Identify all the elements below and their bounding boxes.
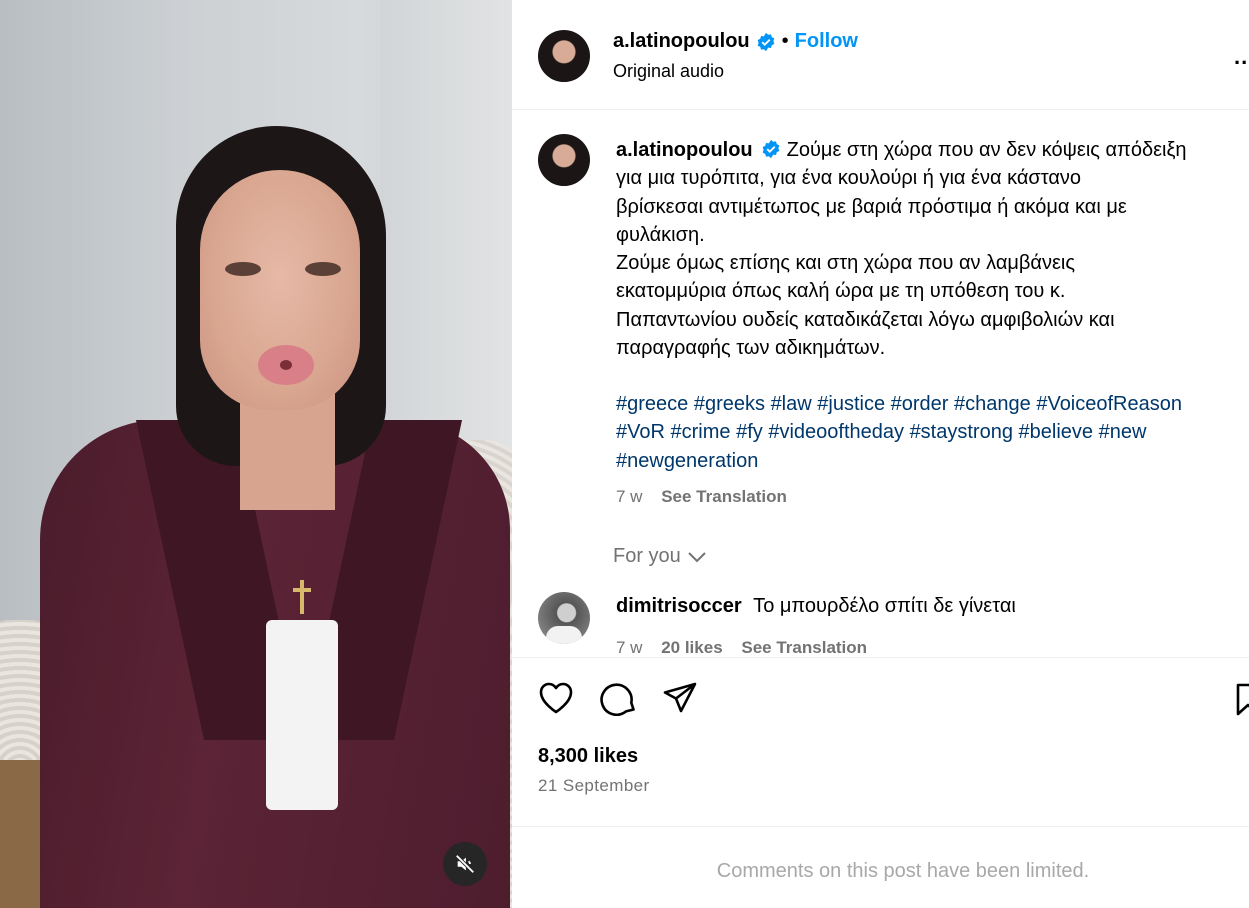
hashtag-link[interactable]: #greeks <box>694 393 765 415</box>
caption-line: Ζούμε όμως επίσης και στη χώρα που αν λα… <box>616 252 1075 275</box>
follow-button[interactable]: Follow <box>795 30 858 53</box>
comment-icon <box>600 683 635 716</box>
caption-line: για μια τυρόπιτα, για ένα κουλούρι ή για… <box>616 167 1082 190</box>
chevron-down-icon <box>688 551 706 562</box>
caption-line: Παπαντωνίου ουδείς καταδικάζεται λόγω αμ… <box>616 308 1115 331</box>
author-username[interactable]: a.latinopoulou <box>613 30 750 53</box>
comment: dimitrisoccer Το μπουρδέλο σπίτι δε γίνε… <box>616 595 1016 618</box>
heart-icon <box>539 682 573 714</box>
verified-badge-icon <box>762 139 779 159</box>
caption-line: εκατομμύρια όπως καλή ώρα με τη υπόθεση … <box>616 280 1066 303</box>
post-header: a.latinopoulou • Follow Original audio .… <box>512 0 1249 110</box>
side-table <box>0 760 40 908</box>
commenter-username[interactable]: dimitrisoccer <box>616 595 742 617</box>
person-mouth <box>258 345 314 385</box>
hashtag-link[interactable]: #VoR <box>616 421 665 443</box>
person-shirt <box>266 620 338 810</box>
comments-limited-notice: Comments on this post have been limited. <box>716 860 1090 882</box>
for-you-dropdown[interactable]: For you <box>613 545 707 568</box>
hashtag-link[interactable]: #order <box>891 393 949 415</box>
actions-divider <box>512 657 1249 658</box>
cross-necklace <box>293 580 311 614</box>
hashtag-link[interactable]: #justice <box>817 393 885 415</box>
post-panel: a.latinopoulou • Follow Original audio .… <box>512 0 1249 908</box>
share-icon <box>663 682 697 713</box>
caption-time[interactable]: 7 w <box>616 487 642 506</box>
hashtag-link[interactable]: #change <box>954 393 1031 415</box>
comment-likes[interactable]: 20 likes <box>661 638 722 657</box>
like-button[interactable] <box>538 681 574 720</box>
hashtag-link[interactable]: #new <box>1099 421 1147 443</box>
post-date[interactable]: 21 September <box>538 776 650 796</box>
mute-toggle-button[interactable] <box>443 842 487 886</box>
caption-text: Ζούμε στη χώρα που αν δεν κόψεις απόδειξ… <box>786 139 1187 161</box>
person-eye-right <box>305 262 341 276</box>
hashtag-link[interactable]: #crime <box>671 421 731 443</box>
hashtag-link[interactable]: #law <box>771 393 812 415</box>
hashtag-link[interactable]: #believe <box>1019 421 1094 443</box>
more-options-button[interactable]: ... <box>1234 44 1249 70</box>
hashtag-link[interactable]: #VoiceofReason <box>1036 393 1182 415</box>
verified-badge-icon <box>757 32 774 51</box>
caption-line: a.latinopoulou Ζούμε στη χώρα που αν δεν… <box>616 136 1246 164</box>
save-button[interactable] <box>1236 683 1249 722</box>
caption-line: παραγραφής των αδικημάτων. <box>616 337 886 360</box>
author-avatar[interactable] <box>538 30 590 82</box>
comment-see-translation-button[interactable]: See Translation <box>741 638 867 657</box>
share-button[interactable] <box>662 681 698 720</box>
commenter-avatar[interactable] <box>538 592 590 644</box>
caption-avatar[interactable] <box>538 134 590 186</box>
caption-meta: 7 w See Translation <box>616 487 787 507</box>
likes-count[interactable]: 8,300 likes <box>538 745 638 768</box>
caption-line: φυλάκιση. <box>616 223 705 246</box>
comment-box: Comments on this post have been limited. <box>512 826 1249 908</box>
comment-meta: 7 w 20 likes See Translation <box>616 638 867 658</box>
audio-link[interactable]: Original audio <box>613 61 724 82</box>
hashtag-link[interactable]: #greece <box>616 393 688 415</box>
caption-line: βρίσκεσαι αντιμέτωπος με βαριά πρόστιμα … <box>616 195 1127 218</box>
person-eye-left <box>225 262 261 276</box>
bookmark-icon <box>1236 683 1249 716</box>
reel-video[interactable] <box>0 0 512 908</box>
see-translation-button[interactable]: See Translation <box>661 487 787 506</box>
comment-button[interactable] <box>600 680 638 721</box>
caption-username[interactable]: a.latinopoulou <box>616 139 753 161</box>
hashtag-link[interactable]: #videooftheday <box>768 421 904 443</box>
author-row: a.latinopoulou • Follow <box>613 30 858 53</box>
hashtag-link[interactable]: #fy <box>736 421 763 443</box>
hashtag-list: #greece #greeks #law #justice #order #ch… <box>616 390 1241 475</box>
hashtag-link[interactable]: #newgeneration <box>616 450 758 472</box>
muted-speaker-icon <box>455 854 475 874</box>
post-caption: a.latinopoulou Ζούμε στη χώρα που αν δεν… <box>616 136 1246 362</box>
comment-text: Το μπουρδέλο σπίτι δε γίνεται <box>753 595 1016 617</box>
hashtag-link[interactable]: #staystrong <box>910 421 1013 443</box>
separator-dot: • <box>781 30 789 52</box>
comment-time[interactable]: 7 w <box>616 638 642 657</box>
for-you-label: For you <box>613 545 681 567</box>
